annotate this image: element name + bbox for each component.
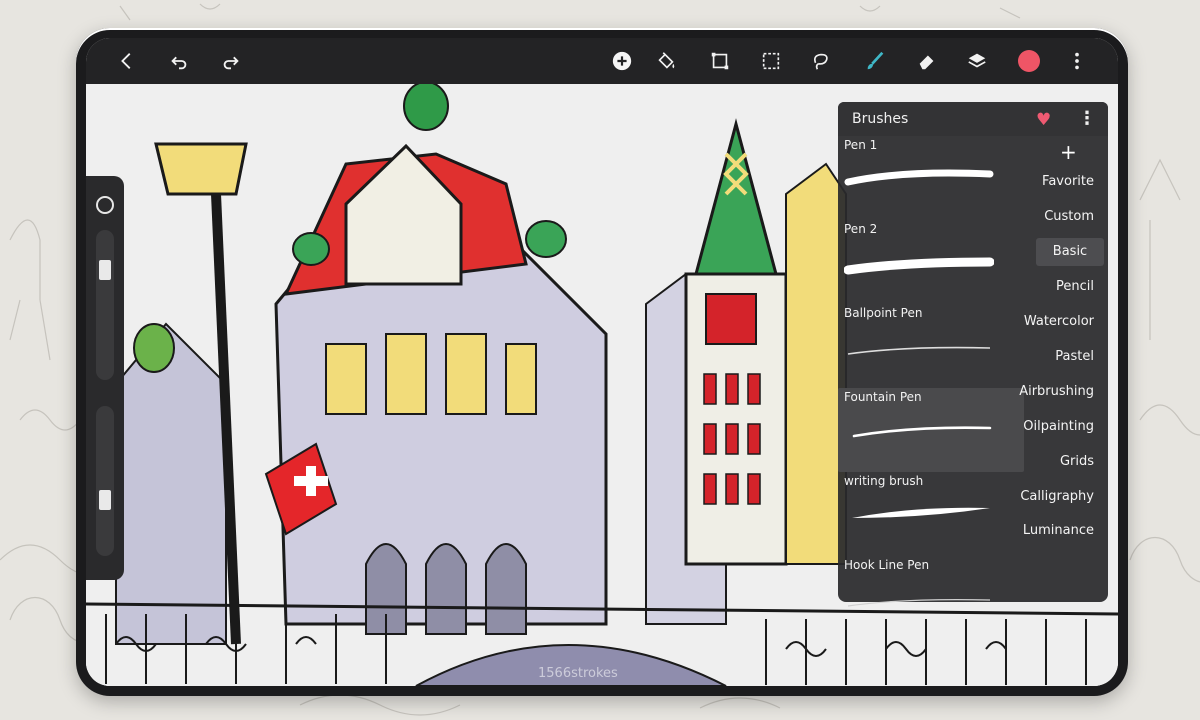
add-button[interactable] — [607, 46, 637, 76]
brush-stroke-preview — [844, 169, 994, 186]
brush-name: Ballpoint Pen — [844, 306, 923, 320]
brush-button[interactable] — [860, 46, 890, 76]
category-pencil[interactable]: Pencil — [1046, 273, 1104, 301]
category-favorite[interactable]: Favorite — [1032, 168, 1104, 196]
brush-name: Pen 1 — [844, 138, 878, 152]
category-calligraphy[interactable]: Calligraphy — [1010, 483, 1104, 511]
transform-button[interactable] — [705, 46, 735, 76]
brush-size-knob[interactable] — [99, 260, 111, 280]
side-slider-panel — [86, 176, 124, 580]
tablet-frame: Brushes ♥ ⋮ + Pen 1 Pen 2 Ballpoint Pen — [76, 28, 1128, 696]
more-button[interactable] — [1062, 46, 1092, 76]
brush-stroke-preview — [852, 426, 992, 438]
brush-name: Fountain Pen — [844, 390, 922, 404]
color-button[interactable] — [1014, 46, 1044, 76]
selection-icon — [762, 52, 780, 70]
selection-button[interactable] — [756, 46, 786, 76]
redo-button[interactable] — [216, 46, 246, 76]
brush-item-pen-1[interactable]: Pen 1 — [838, 136, 1024, 220]
transform-icon — [711, 52, 729, 70]
brush-stroke-preview — [844, 257, 994, 275]
brush-item-ballpoint-pen[interactable]: Ballpoint Pen — [838, 304, 1024, 388]
redo-icon — [223, 56, 239, 70]
heart-icon[interactable]: ♥ — [1036, 110, 1051, 130]
category-custom[interactable]: Custom — [1034, 203, 1104, 231]
brush-item-hook-line-pen[interactable]: Hook Line Pen — [838, 556, 1024, 640]
undo-button[interactable] — [164, 46, 194, 76]
layers-button[interactable] — [962, 46, 992, 76]
back-icon — [121, 53, 131, 69]
brush-size-slider[interactable] — [96, 230, 114, 380]
add-circle-icon — [612, 51, 632, 71]
fill-button[interactable] — [651, 46, 681, 76]
eraser-icon — [919, 55, 934, 70]
brush-stroke-preview — [847, 346, 991, 355]
category-grids[interactable]: Grids — [1050, 448, 1104, 476]
brushes-title: Brushes — [852, 111, 909, 127]
lasso-icon — [813, 53, 828, 70]
lasso-button[interactable] — [806, 46, 836, 76]
top-toolbar — [86, 38, 1118, 84]
category-basic[interactable]: Basic — [1036, 238, 1104, 266]
brush-stroke-preview — [847, 599, 991, 607]
brush-name: Pen 2 — [844, 222, 878, 236]
brush-icon — [867, 51, 884, 70]
opacity-knob[interactable] — [99, 490, 111, 510]
opacity-slider[interactable] — [96, 406, 114, 556]
fill-bucket-icon — [658, 52, 675, 69]
undo-icon — [171, 56, 187, 70]
brush-name: writing brush — [844, 474, 924, 488]
category-oilpainting[interactable]: Oilpainting — [1013, 413, 1104, 441]
brush-stroke-preview — [852, 507, 990, 518]
back-button[interactable] — [112, 46, 142, 76]
brush-item-fountain-pen[interactable]: Fountain Pen — [838, 388, 1024, 472]
brush-item-pen-2[interactable]: Pen 2 — [838, 220, 1024, 304]
brush-list: Pen 1 Pen 2 Ballpoint Pen Fountain Pen w… — [838, 136, 1024, 607]
eraser-button[interactable] — [912, 46, 942, 76]
category-luminance[interactable]: Luminance — [1013, 517, 1104, 545]
layers-icon — [968, 53, 986, 68]
eyedropper-circle-button[interactable] — [96, 196, 114, 214]
brush-name: Hook Line Pen — [844, 558, 930, 572]
category-watercolor[interactable]: Watercolor — [1014, 308, 1104, 336]
brushes-panel-header: Brushes ♥ ⋮ — [838, 102, 1108, 136]
category-pastel[interactable]: Pastel — [1045, 343, 1104, 371]
category-airbrushing[interactable]: Airbrushing — [1009, 378, 1104, 406]
stroke-count: 1566strokes — [538, 666, 618, 681]
brushes-menu-button[interactable]: ⋮ — [1078, 108, 1096, 129]
more-vertical-icon — [1075, 52, 1079, 70]
app-screen: Brushes ♥ ⋮ + Pen 1 Pen 2 Ballpoint Pen — [86, 38, 1118, 686]
add-brush-icon[interactable]: + — [1060, 140, 1077, 164]
color-swatch — [1018, 50, 1040, 72]
brush-item-writing-brush[interactable]: writing brush — [838, 472, 1024, 556]
brushes-panel: Brushes ♥ ⋮ + Pen 1 Pen 2 Ballpoint Pen — [838, 102, 1108, 607]
